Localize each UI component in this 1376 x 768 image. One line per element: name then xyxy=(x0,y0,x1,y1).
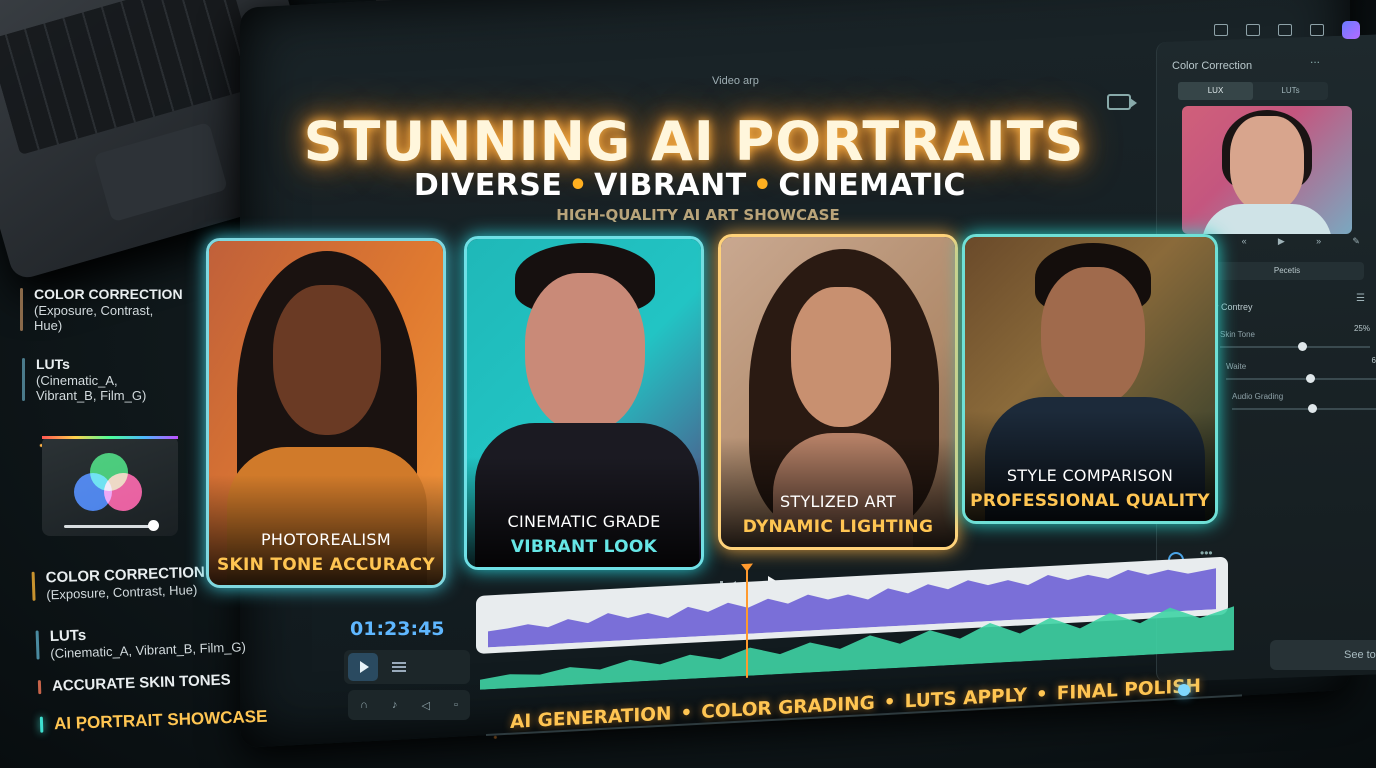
card-label: STYLE COMPARISON xyxy=(1006,466,1174,485)
portrait-face xyxy=(273,285,381,435)
share-icon[interactable] xyxy=(1278,24,1292,36)
layers-icon[interactable] xyxy=(1246,24,1260,36)
slider-track xyxy=(1226,378,1376,380)
pipeline-dot: • xyxy=(1035,683,1048,706)
feature-title: COLOR CORRECTION xyxy=(34,286,183,302)
edit-icon[interactable]: ✎ xyxy=(1352,236,1360,247)
feature-bar xyxy=(35,630,40,660)
subtitle-word: DIVERSE xyxy=(413,168,563,203)
card-label: CINEMATIC GRADE xyxy=(507,512,661,531)
slider-label: Waite xyxy=(1226,362,1247,371)
split-view-icon[interactable] xyxy=(1310,24,1324,36)
slider-label: Audio Grading xyxy=(1232,392,1284,401)
headphones-icon[interactable]: ∩ xyxy=(360,699,368,711)
undo-icon[interactable] xyxy=(1214,24,1228,36)
slider-label: Skin Tone xyxy=(1220,330,1255,339)
section-header[interactable]: ▾ Contrey xyxy=(1214,302,1253,313)
feature-bar xyxy=(31,571,36,601)
lock-icon[interactable]: ▫ xyxy=(454,699,458,711)
feature-detail: (Exposure, Contrast, Hue) xyxy=(34,302,154,333)
slider-skin-tone[interactable]: Skin Tone 25% xyxy=(1220,324,1370,354)
color-wheel-widget[interactable] xyxy=(42,436,178,536)
thumbnail-stage: Video arp Color Correction ... LUX LUTs … xyxy=(0,0,1376,768)
play-button[interactable] xyxy=(348,653,378,681)
portrait-card-1[interactable]: PHOTOREALISM SKIN TONE ACCURACY xyxy=(206,238,446,588)
feature-bar xyxy=(39,716,44,733)
tab-lux[interactable]: LUX xyxy=(1178,82,1253,100)
slider-value: 25% xyxy=(1353,324,1370,333)
feature-bar xyxy=(20,288,23,332)
presets-button[interactable]: Pecetis xyxy=(1210,262,1364,280)
subtitle-word: VIBRANT xyxy=(594,168,747,203)
tune-icon[interactable]: ☰ xyxy=(1356,293,1365,304)
playback-controls xyxy=(344,650,470,684)
feature-luts: LUTs (Cinematic_A, Vibrant_B, Film_G) xyxy=(22,356,182,403)
slider-audio-grading[interactable]: Audio Grading xyxy=(1232,392,1376,416)
intensity-track xyxy=(64,525,156,528)
app-icon[interactable] xyxy=(1342,21,1360,39)
audio-controls: ∩ ♪ ◁ ▫ xyxy=(348,690,470,720)
color-wheel-icon xyxy=(74,453,144,511)
lut-tabs: LUX LUTs xyxy=(1178,82,1328,100)
card-sublabel: SKIN TONE ACCURACY xyxy=(216,555,436,575)
speaker-icon[interactable]: ◁ xyxy=(422,699,430,712)
slider-value: 6 xyxy=(1371,356,1376,365)
prev-frame-icon[interactable]: « xyxy=(1242,236,1247,247)
camera-icon[interactable] xyxy=(1107,94,1137,110)
pipeline-dot: • xyxy=(883,691,896,714)
list-icon[interactable] xyxy=(392,662,406,672)
next-frame-icon[interactable]: » xyxy=(1316,236,1321,247)
portrait-card-4[interactable]: STYLE COMPARISON PROFESSIONAL QUALITY xyxy=(962,234,1218,524)
card-sublabel: VIBRANT LOOK xyxy=(510,537,658,557)
portrait-face xyxy=(1041,267,1145,407)
intensity-knob[interactable] xyxy=(148,520,159,531)
card-label: STYLIZED ART xyxy=(779,492,897,511)
slider-track xyxy=(1232,408,1376,410)
subtitle-dot: • xyxy=(568,168,589,203)
feature-title: LUTs xyxy=(36,356,70,372)
portrait-face xyxy=(791,287,891,427)
portrait-card-3[interactable]: STYLIZED ART DYNAMIC LIGHTING xyxy=(718,234,958,550)
panel-toolbar xyxy=(1160,18,1360,42)
timecode: 01:23:45 xyxy=(350,618,445,640)
card-label: PHOTOREALISM xyxy=(260,530,391,549)
portrait-card-2[interactable]: CINEMATIC GRADE VIBRANT LOOK xyxy=(464,236,704,570)
scrub-knob[interactable] xyxy=(1178,684,1190,696)
play-icon[interactable]: ▶ xyxy=(1278,236,1285,247)
panel-title: Color Correction xyxy=(1172,60,1253,72)
slider-knob[interactable] xyxy=(1308,404,1317,413)
card-sublabel: PROFESSIONAL QUALITY xyxy=(970,491,1210,511)
window-title: Video arp xyxy=(712,75,759,87)
card-sublabel: DYNAMIC LIGHTING xyxy=(742,517,934,537)
subtitle-word: CINEMATIC xyxy=(778,168,967,203)
feature-bar xyxy=(22,358,25,402)
feature-color-correction: COLOR CORRECTION (Exposure, Contrast, Hu… xyxy=(20,286,200,333)
pipeline-dot: • xyxy=(680,702,693,725)
mic-icon[interactable]: ♪ xyxy=(392,699,398,711)
see-button[interactable]: See to xyxy=(1270,640,1376,670)
tab-luts[interactable]: LUTs xyxy=(1253,82,1328,100)
subtitle-dot: • xyxy=(752,168,773,203)
slider-waite[interactable]: Waite 6 xyxy=(1226,356,1376,386)
portrait-face xyxy=(525,273,645,433)
more-options-icon[interactable]: ... xyxy=(1310,52,1320,66)
slider-knob[interactable] xyxy=(1306,374,1315,383)
feature-bar xyxy=(37,680,42,694)
main-title: STUNNING AI PORTRAITS xyxy=(303,110,1085,173)
preview-controls: ⌐ « ▶ » ✎ xyxy=(1205,236,1360,247)
tagline: HIGH-QUALITY AI ART SHOWCASE xyxy=(556,206,840,224)
subtitle: DIVERSE • VIBRANT • CINEMATIC xyxy=(0,168,1376,203)
section-label: Contrey xyxy=(1221,302,1253,312)
slider-knob[interactable] xyxy=(1298,342,1307,351)
feature-detail: (Cinematic_A, Vibrant_B, Film_G) xyxy=(36,372,147,403)
playhead[interactable] xyxy=(746,565,748,678)
wheel-magenta xyxy=(104,473,142,511)
slider-track xyxy=(1220,346,1370,348)
